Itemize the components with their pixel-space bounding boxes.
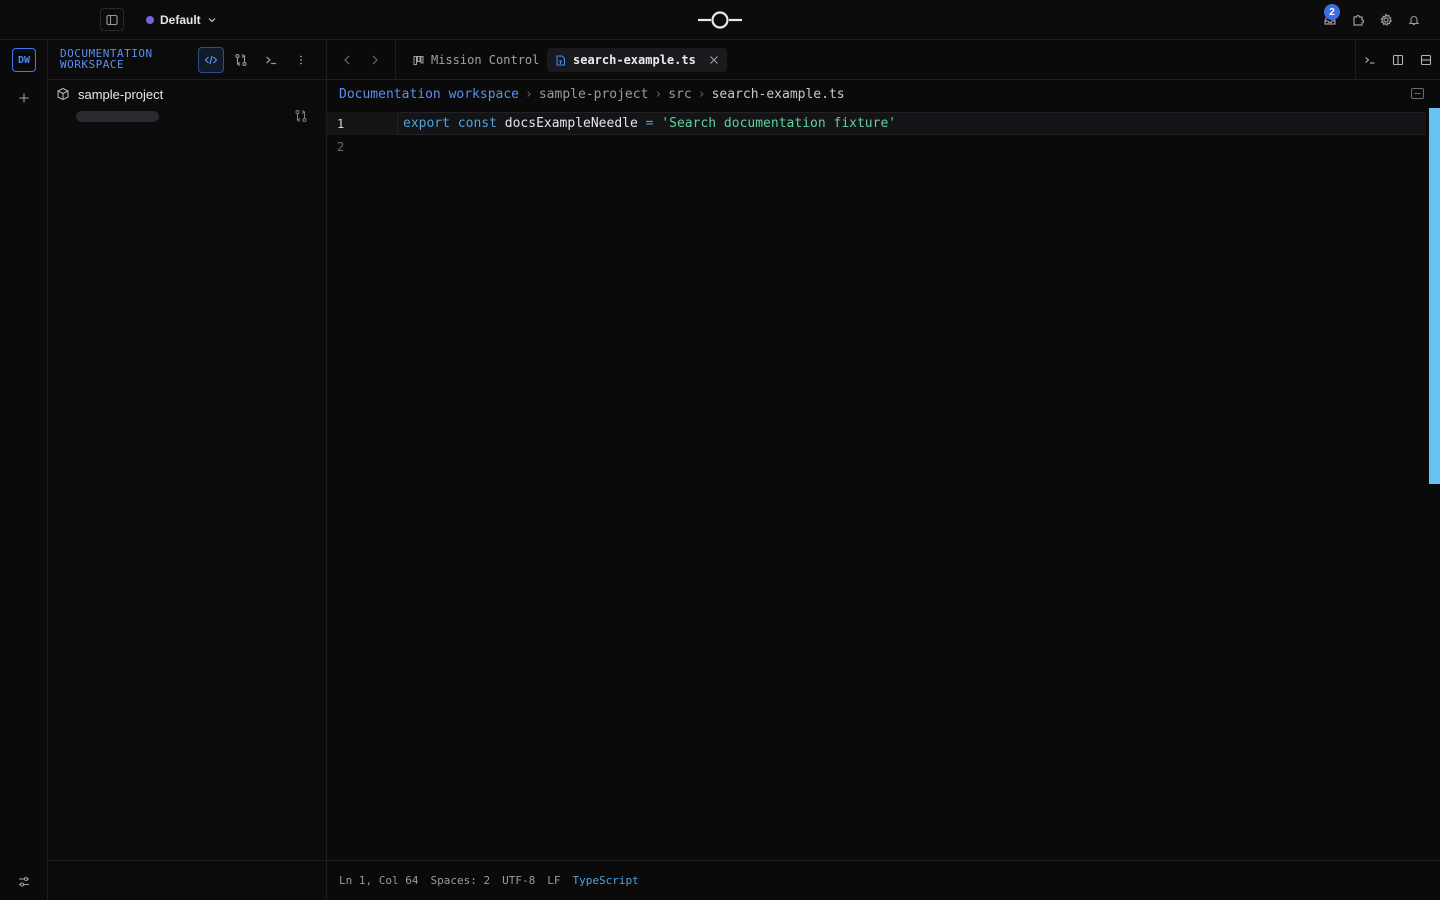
cursor-position[interactable]: Ln 1, Col 64 (339, 874, 418, 887)
workspace-avatar[interactable]: DW (12, 48, 36, 72)
sliders-icon (19, 876, 29, 887)
sidebar-toolbar (198, 47, 314, 73)
indentation[interactable]: Spaces: 2 (430, 874, 490, 887)
code-line[interactable]: 2 (327, 135, 1440, 158)
source-control-button[interactable] (228, 47, 254, 73)
breadcrumb-separator: › (654, 87, 663, 102)
line-ending[interactable]: LF (547, 874, 560, 887)
keyword-token: const (457, 116, 497, 131)
breadcrumb-project[interactable]: sample-project (539, 87, 649, 102)
settings-button[interactable] (1378, 12, 1394, 28)
project-name: sample-project (78, 86, 164, 102)
navigate-forward-button[interactable] (367, 52, 383, 68)
code-line-text: export const docsExampleNeedle = 'Search… (403, 116, 896, 131)
sidebar-panel-icon (106, 14, 118, 25)
plus-icon (19, 93, 29, 103)
chevron-right-icon (372, 55, 378, 65)
terminal-icon[interactable] (1364, 54, 1376, 66)
language-mode[interactable]: TypeScript (572, 874, 638, 887)
terminal-icon (266, 56, 276, 65)
tab-mission-control[interactable]: Mission Control (405, 48, 547, 72)
tab-divider (395, 40, 396, 80)
split-vertical-icon[interactable] (1392, 54, 1404, 66)
gear-icon (1380, 13, 1393, 26)
sidebar-header: DOCUMENTATION WORKSPACE (48, 40, 326, 80)
breadcrumb-separator: › (697, 87, 706, 102)
profile-name: Default (160, 13, 201, 27)
preferences-button[interactable] (16, 874, 32, 890)
sidebar-footer (48, 860, 327, 900)
code-view-button[interactable] (198, 47, 224, 73)
profile-selector[interactable]: Default (146, 10, 217, 30)
breadcrumb-file[interactable]: search-example.ts (712, 87, 845, 102)
top-right-actions: 2 (1322, 4, 1422, 30)
more-vertical-icon (300, 55, 302, 65)
notification-count-badge: 2 (1324, 4, 1340, 20)
editor-actions (1355, 40, 1440, 80)
project-tree-item[interactable]: sample-project (56, 86, 163, 102)
status-bar: Ln 1, Col 64 Spaces: 2 UTF-8 LF TypeScri… (327, 860, 1440, 900)
chevron-left-icon (344, 55, 350, 65)
loading-placeholder (76, 111, 159, 122)
project-subitem (76, 109, 308, 123)
operator-token: = (645, 116, 654, 131)
editor-scrollbar[interactable] (1426, 108, 1440, 484)
encoding[interactable]: UTF-8 (502, 874, 535, 887)
top-bar: Default 2 (0, 0, 1440, 40)
more-options-button[interactable] (288, 47, 314, 73)
git-compare-icon (235, 53, 247, 67)
close-icon[interactable] (709, 55, 719, 65)
tab-label: Mission Control (431, 53, 540, 67)
puzzle-icon (1353, 14, 1365, 26)
code-editor[interactable]: 1 export const docsExampleNeedle = 'Sear… (327, 112, 1440, 158)
string-token: 'Search documentation fixture' (661, 116, 897, 131)
package-icon (57, 87, 69, 101)
breadcrumb: Documentation workspace › sample-project… (339, 87, 845, 102)
workspace-sidebar: DOCUMENTATION WORKSPACE sample-project (48, 40, 327, 900)
code-line[interactable]: 1 export const docsExampleNeedle = 'Sear… (327, 112, 1440, 135)
sidebar-toggle-button[interactable] (100, 8, 124, 31)
app-logo (698, 9, 742, 31)
line-number: 2 (337, 139, 345, 154)
activity-rail: DW (0, 40, 48, 900)
keyword-token: export (403, 116, 450, 131)
tab-bar: Mission Control search-example.ts (327, 40, 1440, 80)
add-workspace-button[interactable] (16, 90, 32, 106)
collapse-icon[interactable] (1411, 88, 1424, 99)
terminal-button[interactable] (258, 47, 284, 73)
editor-area: Mission Control search-example.ts Docume… (327, 40, 1440, 900)
typescript-file-icon (556, 55, 565, 65)
breadcrumb-folder[interactable]: src (668, 87, 691, 102)
identifier-token: docsExampleNeedle (504, 116, 638, 131)
line-number: 1 (337, 116, 345, 131)
tab-search-example[interactable]: search-example.ts (547, 48, 727, 72)
profile-color-dot (146, 16, 154, 24)
tab-label: search-example.ts (573, 53, 696, 67)
kanban-icon (413, 55, 424, 65)
navigate-back-button[interactable] (339, 52, 355, 68)
breadcrumb-separator: › (525, 87, 533, 102)
code-icon (204, 55, 218, 65)
notifications-inbox-button[interactable]: 2 (1322, 4, 1340, 28)
logo-icon (698, 11, 742, 29)
bell-icon (1408, 16, 1420, 26)
split-horizontal-icon[interactable] (1420, 54, 1432, 66)
breadcrumb-root[interactable]: Documentation workspace (339, 87, 519, 102)
chevron-down-icon (208, 18, 216, 23)
git-compare-icon[interactable] (294, 109, 308, 123)
alerts-button[interactable] (1406, 12, 1422, 28)
workspace-title: DOCUMENTATION WORKSPACE (60, 47, 153, 71)
extensions-button[interactable] (1350, 12, 1366, 28)
